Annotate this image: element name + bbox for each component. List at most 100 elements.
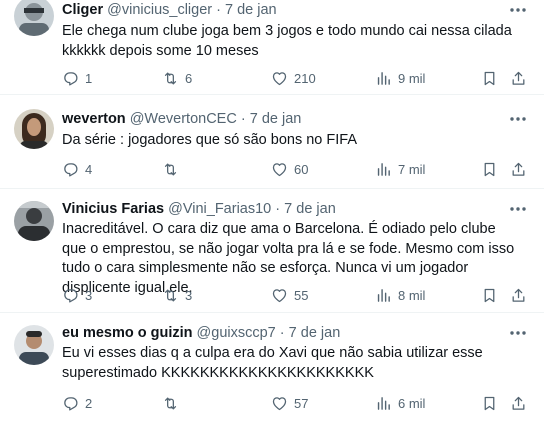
reply-count: 2	[85, 395, 93, 411]
retweet-button[interactable]	[162, 393, 185, 413]
tweet-header: eu mesmo o guizin @guixsccp7 · 7 de jan	[62, 323, 340, 343]
share-icon	[512, 162, 525, 176]
bookmark-button[interactable]	[481, 393, 498, 413]
avatar[interactable]	[14, 109, 54, 149]
heart-icon	[272, 71, 287, 85]
views-count: 8 mil	[398, 287, 426, 303]
tweet[interactable]: weverton @WevertonCEC · 7 de jan Da séri…	[0, 95, 544, 189]
author-name[interactable]: Vinicius Farias	[62, 201, 164, 217]
reply-feed: Cliger @vinicius_cliger · 7 de jan Ele c…	[0, 0, 544, 421]
views-count: 6 mil	[398, 395, 426, 411]
views-button[interactable]: 9 mil	[375, 68, 425, 88]
like-button[interactable]: 55	[271, 285, 308, 305]
bookmark-icon	[484, 162, 495, 176]
retweet-button[interactable]: 6	[162, 68, 192, 88]
heart-icon	[272, 162, 287, 176]
retweet-count: 6	[185, 70, 193, 86]
reply-icon	[64, 396, 78, 411]
like-button[interactable]: 210	[271, 68, 316, 88]
tweet-text: Da série : jogadores que só são bons no …	[62, 132, 358, 148]
views-count: 7 mil	[398, 161, 426, 177]
more-icon[interactable]	[508, 323, 528, 343]
bookmark-icon	[484, 71, 495, 85]
bookmark-icon	[484, 288, 495, 302]
separator-dot: ·	[275, 201, 281, 217]
tweet[interactable]: Cliger @vinicius_cliger · 7 de jan Ele c…	[0, 0, 544, 95]
tweet-date[interactable]: 7 de jan	[250, 111, 302, 127]
like-count: 57	[294, 395, 309, 411]
share-icon	[512, 71, 525, 85]
tweet-header: weverton @WevertonCEC · 7 de jan	[62, 109, 301, 129]
share-button[interactable]	[510, 285, 527, 305]
reply-icon	[64, 288, 78, 303]
share-icon	[512, 288, 525, 302]
tweet-header: Vinicius Farias @Vini_Farias10 · 7 de ja…	[62, 199, 336, 219]
retweet-button[interactable]	[162, 159, 185, 179]
views-icon	[377, 71, 390, 85]
author-name[interactable]: weverton	[62, 111, 126, 127]
author-handle[interactable]: @guixsccp7	[197, 325, 276, 341]
like-count: 55	[294, 287, 309, 303]
more-icon[interactable]	[508, 0, 528, 20]
reply-icon	[64, 71, 78, 86]
retweet-count: 3	[185, 287, 193, 303]
separator-dot: ·	[216, 2, 221, 18]
share-button[interactable]	[510, 68, 527, 88]
views-icon	[377, 396, 390, 410]
tweet-date[interactable]: 7 de jan	[225, 2, 277, 18]
author-handle[interactable]: @Vini_Farias10	[168, 201, 271, 217]
tweet[interactable]: eu mesmo o guizin @guixsccp7 · 7 de jan …	[0, 313, 544, 421]
share-button[interactable]	[510, 393, 527, 413]
like-count: 210	[294, 70, 316, 86]
reply-count: 3	[85, 287, 93, 303]
tweet-actions: 3 3 55 8 mil	[62, 285, 532, 305]
tweet-date[interactable]: 7 de jan	[289, 325, 341, 341]
reply-button[interactable]: 1	[62, 68, 92, 88]
more-icon[interactable]	[508, 199, 528, 219]
retweet-icon	[164, 289, 177, 301]
bookmark-button[interactable]	[481, 285, 498, 305]
bookmark-icon	[484, 396, 495, 410]
retweet-button[interactable]: 3	[162, 285, 192, 305]
heart-icon	[272, 288, 287, 302]
reply-count: 1	[85, 70, 93, 86]
views-icon	[377, 288, 390, 302]
more-icon[interactable]	[508, 109, 528, 129]
like-button[interactable]: 57	[271, 393, 308, 413]
reply-button[interactable]: 2	[62, 393, 92, 413]
views-button[interactable]: 8 mil	[375, 285, 425, 305]
avatar[interactable]	[14, 325, 54, 365]
reply-icon	[64, 162, 78, 177]
heart-icon	[272, 396, 287, 410]
author-name[interactable]: Cliger	[62, 2, 103, 18]
reply-button[interactable]: 3	[62, 285, 92, 305]
bookmark-button[interactable]	[481, 159, 498, 179]
tweet-actions: 2 57 6 mil	[62, 393, 532, 413]
reply-button[interactable]: 4	[62, 159, 92, 179]
author-handle[interactable]: @WevertonCEC	[130, 111, 237, 127]
author-handle[interactable]: @vinicius_cliger	[107, 2, 212, 18]
separator-dot: ·	[279, 325, 285, 341]
tweet-actions: 4 60 7 mil	[62, 159, 532, 179]
avatar[interactable]	[14, 0, 54, 36]
retweet-icon	[164, 397, 177, 409]
tweet-text: Ele chega num clube joga bem 3 jogos e t…	[62, 23, 512, 59]
separator-dot: ·	[240, 111, 246, 127]
retweet-icon	[164, 72, 177, 84]
author-name[interactable]: eu mesmo o guizin	[62, 325, 193, 341]
tweet[interactable]: Vinicius Farias @Vini_Farias10 · 7 de ja…	[0, 189, 544, 313]
views-button[interactable]: 6 mil	[375, 393, 425, 413]
retweet-icon	[164, 163, 177, 175]
tweet-actions: 1 6 210 9 mil	[62, 68, 532, 88]
reply-count: 4	[85, 161, 93, 177]
tweet-date[interactable]: 7 de jan	[284, 201, 336, 217]
avatar[interactable]	[14, 201, 54, 241]
bookmark-button[interactable]	[481, 68, 498, 88]
share-icon	[512, 396, 525, 410]
tweet-header: Cliger @vinicius_cliger · 7 de jan	[62, 0, 277, 20]
like-count: 60	[294, 161, 309, 177]
share-button[interactable]	[510, 159, 527, 179]
like-button[interactable]: 60	[271, 159, 308, 179]
views-icon	[377, 162, 390, 176]
views-button[interactable]: 7 mil	[375, 159, 425, 179]
